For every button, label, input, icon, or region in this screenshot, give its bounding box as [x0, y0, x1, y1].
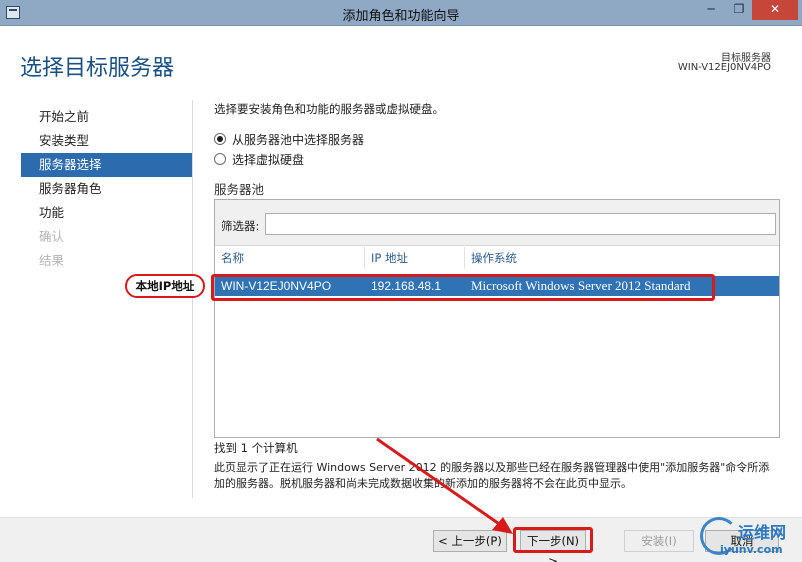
found-count: 找到 1 个计算机	[214, 441, 298, 455]
close-button[interactable]: ✕	[752, 0, 798, 20]
footer-bar: < 上一步(P) 下一步(N) > 安装(I) 取消	[0, 517, 802, 562]
filter-area: 筛选器:	[215, 200, 779, 246]
cancel-button[interactable]: 取消	[705, 530, 779, 552]
next-button-highlight-frame	[513, 527, 593, 553]
nav-item-confirmation: 确认	[39, 229, 65, 244]
nav-item-server-roles[interactable]: 服务器角色	[21, 177, 192, 201]
nav-item-results: 结果	[39, 253, 65, 268]
filter-label: 筛选器:	[221, 219, 260, 233]
description-text: 此页显示了正在运行 Windows Server 2012 的服务器以及那些已经…	[214, 461, 770, 490]
nav-item-server-selection[interactable]: 服务器选择	[21, 153, 192, 177]
nav-divider	[192, 100, 193, 498]
install-button: 安装(I)	[624, 530, 694, 552]
page-title: 选择目标服务器	[20, 56, 175, 81]
column-header-name[interactable]: 名称	[215, 247, 365, 269]
nav-item-features[interactable]: 功能	[21, 201, 192, 225]
radio-select-vhd[interactable]: 选择虚拟硬盘	[214, 150, 304, 168]
wizard-steps-nav: 开始之前 安装类型 服务器选择 服务器角色 功能 确认 结果	[21, 105, 192, 273]
radio-button-unchecked[interactable]	[214, 153, 226, 165]
destination-server-value: WIN-V12EJ0NV4PO	[677, 62, 771, 73]
minimize-button[interactable]: ─	[697, 0, 725, 20]
title-bar: 添加角色和功能向导 ─ ❐ ✕	[0, 0, 802, 26]
intro-text: 选择要安装角色和功能的服务器或虚拟硬盘。	[214, 102, 444, 116]
column-header-ip[interactable]: IP 地址	[365, 247, 465, 269]
radio-select-from-pool[interactable]: 从服务器池中选择服务器	[214, 130, 364, 148]
filter-input[interactable]	[265, 213, 776, 235]
column-header-os[interactable]: 操作系统	[465, 247, 779, 269]
previous-button[interactable]: < 上一步(P)	[433, 530, 507, 552]
window-title: 添加角色和功能向导	[342, 9, 460, 24]
nav-item-before-you-begin[interactable]: 开始之前	[21, 105, 192, 129]
maximize-button[interactable]: ❐	[725, 0, 753, 20]
server-pool-title: 服务器池	[214, 182, 265, 197]
server-pool-panel: 筛选器: 名称 IP 地址 操作系统 WIN-V12EJ0NV4PO 192.1…	[214, 199, 780, 438]
radio-button-checked[interactable]	[214, 133, 226, 145]
nav-item-installation-type[interactable]: 安装类型	[21, 129, 192, 153]
radio-label-vhd: 选择虚拟硬盘	[232, 152, 305, 167]
local-ip-callout: 本地IP地址	[125, 274, 205, 298]
row-highlight-frame	[211, 274, 715, 301]
radio-label-pool: 从服务器池中选择服务器	[232, 132, 365, 147]
